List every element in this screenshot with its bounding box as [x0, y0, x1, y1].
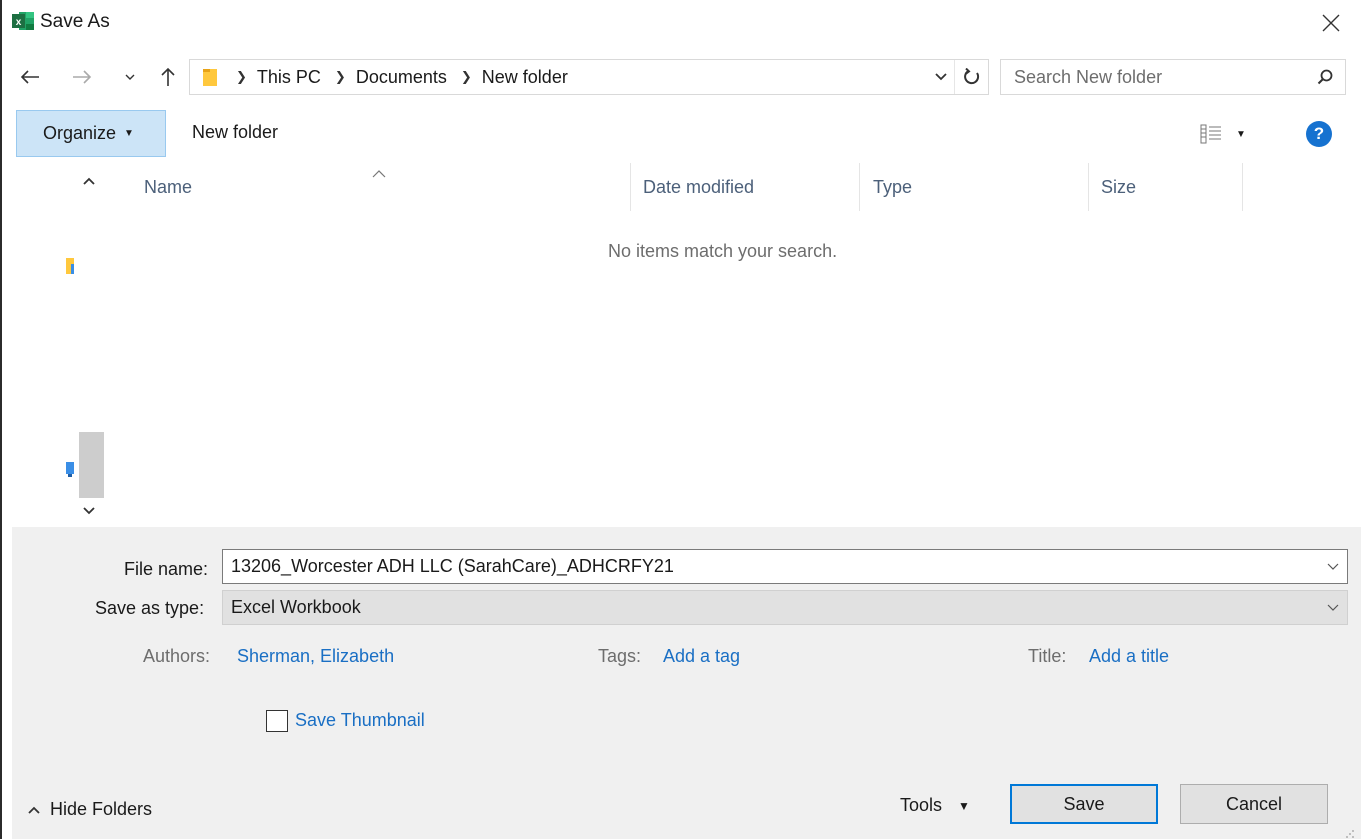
excel-icon: x	[12, 11, 34, 31]
column-header-size[interactable]: Size	[1101, 177, 1136, 198]
close-icon	[1322, 14, 1340, 32]
close-button[interactable]	[1316, 8, 1346, 38]
file-name-input[interactable]: 13206_Worcester ADH LLC (SarahCare)_ADHC…	[231, 556, 1319, 577]
search-icon[interactable]	[1305, 60, 1345, 94]
column-divider[interactable]	[630, 163, 631, 211]
column-divider[interactable]	[859, 163, 860, 211]
back-button[interactable]	[14, 62, 46, 92]
window-left-border	[0, 0, 2, 839]
save-thumbnail-checkbox[interactable]	[266, 710, 288, 732]
sidebar-computer-icon[interactable]	[64, 458, 76, 478]
file-name-field[interactable]: 13206_Worcester ADH LLC (SarahCare)_ADHC…	[222, 549, 1348, 584]
organize-button[interactable]: Organize ▼	[16, 110, 166, 157]
forward-button[interactable]	[66, 62, 98, 92]
caret-down-icon: ▼	[124, 128, 134, 139]
save-as-type-select[interactable]: Excel Workbook	[222, 590, 1348, 625]
recent-locations-button[interactable]	[120, 62, 140, 92]
help-button[interactable]: ?	[1306, 121, 1332, 147]
cancel-button[interactable]: Cancel	[1180, 784, 1328, 824]
chevron-down-icon[interactable]	[1319, 563, 1347, 571]
tools-button[interactable]: Tools ▼	[900, 795, 970, 816]
breadcrumb-separator-icon[interactable]: ❯	[461, 69, 472, 85]
search-box[interactable]: Search New folder	[1000, 59, 1346, 95]
column-header-name[interactable]: Name	[144, 177, 192, 198]
up-button[interactable]	[152, 62, 184, 92]
new-folder-button[interactable]: New folder	[192, 122, 278, 143]
chevron-down-icon	[935, 73, 947, 81]
sort-ascending-icon	[371, 163, 387, 178]
column-divider[interactable]	[1242, 163, 1243, 211]
authors-label: Authors:	[143, 646, 211, 666]
change-view-button[interactable]: ▼	[1200, 120, 1264, 148]
chevron-down-icon	[1319, 604, 1347, 612]
caret-down-icon: ▼	[958, 798, 970, 813]
organize-label: Organize	[43, 123, 117, 143]
sidebar-folder-icon[interactable]	[64, 256, 76, 276]
save-button[interactable]: Save	[1010, 784, 1158, 824]
resize-grip-icon[interactable]	[1345, 823, 1355, 838]
scrollbar-thumb[interactable]	[79, 432, 104, 498]
scroll-up-button[interactable]	[80, 172, 98, 190]
hide-folders-button[interactable]: Hide Folders	[28, 799, 152, 820]
breadcrumb: ❯ This PC ❯ Documents ❯ New folder	[190, 66, 928, 88]
hide-folders-label: Hide Folders	[50, 799, 153, 819]
file-name-label: File name:	[124, 559, 209, 579]
scroll-down-button[interactable]	[80, 502, 98, 520]
tools-label: Tools	[900, 795, 943, 815]
breadcrumb-separator-icon[interactable]: ❯	[335, 69, 346, 85]
breadcrumb-item-this-pc[interactable]: This PC	[257, 67, 321, 88]
chevron-down-icon	[83, 507, 95, 515]
empty-list-message: No items match your search.	[608, 241, 838, 261]
title-label: Title:	[1028, 646, 1067, 666]
column-header-type[interactable]: Type	[873, 177, 912, 198]
breadcrumb-separator-icon: ❯	[236, 69, 247, 84]
chevron-up-icon	[28, 806, 40, 814]
save-thumbnail-label[interactable]: Save Thumbnail	[295, 710, 425, 731]
arrow-right-icon	[73, 70, 92, 84]
save-as-type-label: Save as type:	[95, 598, 205, 618]
folder-icon	[203, 69, 217, 86]
arrow-up-icon	[161, 67, 175, 86]
column-divider[interactable]	[1088, 163, 1089, 211]
view-details-icon	[1200, 124, 1221, 144]
chevron-up-icon	[83, 177, 95, 185]
tags-label: Tags:	[598, 646, 642, 666]
chevron-down-icon	[125, 74, 135, 80]
column-header-date-modified[interactable]: Date modified	[643, 177, 754, 198]
address-dropdown-button[interactable]	[928, 60, 954, 94]
search-input[interactable]: Search New folder	[1014, 67, 1305, 88]
save-as-type-value: Excel Workbook	[231, 597, 361, 617]
breadcrumb-item-documents[interactable]: Documents	[356, 67, 447, 88]
svg-text:x: x	[16, 17, 22, 28]
arrow-left-icon	[20, 70, 39, 84]
refresh-button[interactable]	[954, 60, 988, 94]
refresh-icon	[963, 68, 979, 85]
window-title: Save As	[40, 11, 110, 32]
address-bar[interactable]: ❯ This PC ❯ Documents ❯ New folder	[189, 59, 989, 95]
authors-field[interactable]: Sherman, Elizabeth	[237, 646, 394, 667]
title-field[interactable]: Add a title	[1089, 646, 1169, 667]
tags-field[interactable]: Add a tag	[663, 646, 740, 667]
breadcrumb-item-new-folder[interactable]: New folder	[482, 67, 568, 88]
caret-down-icon: ▼	[1236, 128, 1246, 140]
